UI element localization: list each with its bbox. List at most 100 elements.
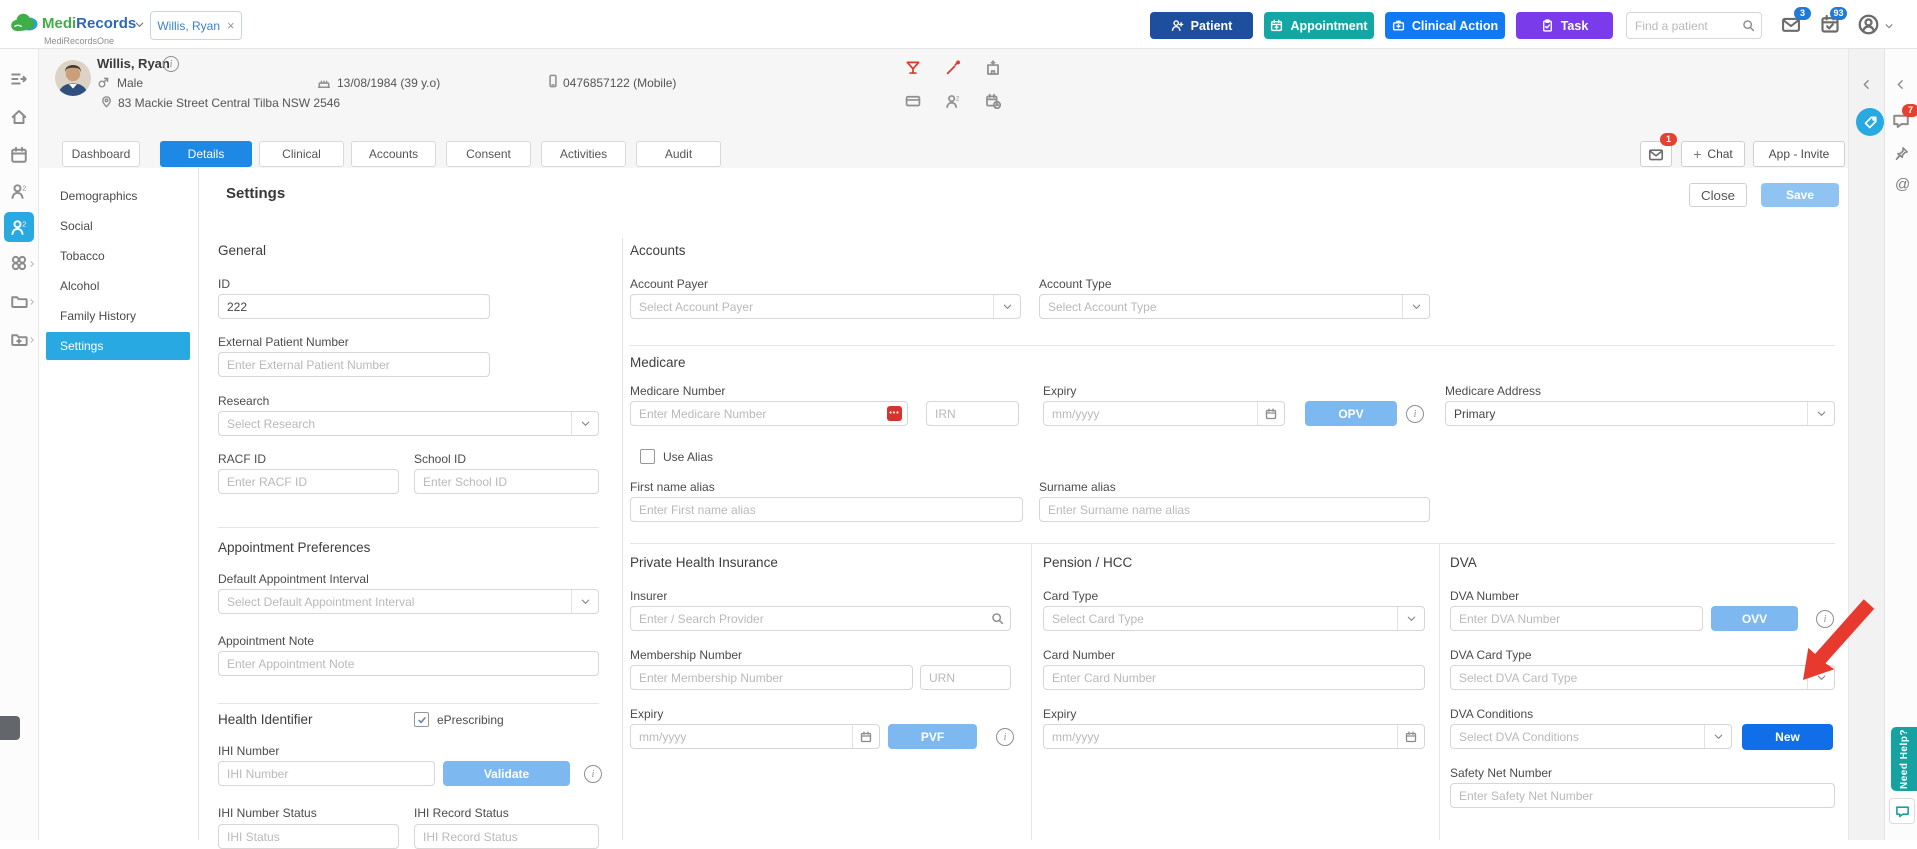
new-task-button[interactable]: Task	[1516, 12, 1613, 39]
collapsed-panel-toggle[interactable]	[0, 716, 20, 740]
sidebar-item-tobacco[interactable]: Tobacco	[46, 242, 190, 270]
collapse-strip-chevron-icon[interactable]	[1860, 78, 1873, 94]
urn-input[interactable]	[920, 665, 1011, 690]
ovv-button[interactable]: OVV	[1711, 606, 1798, 631]
opv-info-icon[interactable]: i	[1406, 405, 1424, 423]
sidebar-item-social[interactable]: Social	[46, 212, 190, 240]
id-input[interactable]	[218, 294, 490, 319]
safety-net-number-input[interactable]	[1450, 783, 1835, 808]
pushpin-tool-icon[interactable]	[1894, 146, 1909, 164]
medicare-number-input[interactable]	[631, 406, 887, 421]
app-invite-button[interactable]: App - Invite	[1753, 141, 1845, 167]
search-icon[interactable]	[1735, 13, 1761, 38]
new-dva-condition-button[interactable]: New	[1742, 724, 1833, 750]
ihi-number-status-input[interactable]	[218, 824, 399, 849]
default-appointment-interval-select[interactable]: Select Default Appointment Interval	[218, 589, 599, 614]
phi-expiry-input[interactable]	[631, 729, 852, 744]
groups-nav-icon[interactable]	[10, 254, 34, 275]
patient-search-box[interactable]	[1626, 12, 1762, 39]
patient-info-icon[interactable]: i	[163, 56, 179, 72]
patients-nav-icon-active[interactable]	[4, 212, 34, 242]
medicare-address-select[interactable]: Primary	[1445, 401, 1835, 426]
help-chat-icon[interactable]	[1889, 798, 1915, 824]
ihi-record-status-input[interactable]	[414, 824, 599, 849]
expand-menu-icon[interactable]	[10, 70, 28, 91]
tab-activities[interactable]: Activities	[541, 141, 626, 167]
smoking-status-icon[interactable]	[945, 60, 961, 79]
tag-tool-icon[interactable]	[1856, 108, 1884, 136]
tab-dashboard[interactable]: Dashboard	[62, 141, 140, 167]
folder-nav-icon[interactable]	[10, 292, 34, 313]
ihi-number-input[interactable]	[218, 761, 435, 786]
tab-clinical[interactable]: Clinical	[259, 141, 344, 167]
sidebar-item-family-history[interactable]: Family History	[46, 302, 190, 330]
eprescribing-checkbox[interactable]	[414, 712, 429, 727]
ihi-info-icon[interactable]: i	[584, 765, 602, 783]
hospital-icon[interactable]	[985, 60, 1001, 79]
dva-conditions-select[interactable]: Select DVA Conditions	[1450, 724, 1732, 749]
close-button[interactable]: Close	[1689, 183, 1747, 207]
patient-search-input[interactable]	[1627, 18, 1735, 33]
validate-button[interactable]: Validate	[443, 761, 570, 786]
folder-add-nav-icon[interactable]	[10, 330, 34, 351]
chevron-down-icon[interactable]	[1807, 402, 1834, 425]
calendar-icon[interactable]	[1397, 725, 1424, 748]
dva-number-input[interactable]	[1450, 606, 1703, 631]
search-icon[interactable]	[984, 607, 1010, 630]
account-type-select[interactable]: Select Account Type	[1039, 294, 1430, 319]
chevron-down-icon[interactable]	[571, 590, 598, 613]
pvf-button[interactable]: PVF	[888, 724, 977, 749]
appointment-note-input[interactable]	[218, 651, 599, 676]
brand-chevron-down-icon[interactable]	[134, 19, 145, 33]
need-help-tab[interactable]: Need Help?	[1891, 727, 1917, 791]
home-icon[interactable]	[10, 108, 28, 129]
insurer-search-input[interactable]	[631, 611, 984, 626]
medicare-card-icon[interactable]	[905, 93, 921, 112]
calendar-nav-icon[interactable]	[10, 146, 28, 167]
chevron-down-icon[interactable]	[993, 295, 1020, 318]
calendar-clock-icon[interactable]	[985, 93, 1002, 112]
opv-button[interactable]: OPV	[1305, 401, 1397, 426]
mentions-tool-icon[interactable]: @	[1895, 176, 1910, 193]
surname-alias-input[interactable]	[1039, 497, 1430, 522]
pension-expiry-input[interactable]	[1044, 729, 1397, 744]
racf-id-input[interactable]	[218, 469, 399, 494]
sidebar-item-alcohol[interactable]: Alcohol	[46, 272, 190, 300]
save-button[interactable]: Save	[1761, 183, 1839, 207]
tab-accounts[interactable]: Accounts	[351, 141, 436, 167]
collapse-rail-chevron-icon[interactable]	[1894, 78, 1907, 94]
carer-icon[interactable]	[945, 93, 961, 112]
chevron-down-icon[interactable]	[571, 412, 598, 435]
first-name-alias-input[interactable]	[630, 497, 1023, 522]
new-patient-button[interactable]: Patient	[1150, 12, 1253, 39]
dva-card-type-select[interactable]: Select DVA Card Type	[1450, 665, 1835, 690]
sidebar-item-settings[interactable]: Settings	[46, 332, 190, 360]
school-id-input[interactable]	[414, 469, 599, 494]
new-clinical-action-button[interactable]: Clinical Action	[1385, 12, 1505, 39]
use-alias-checkbox[interactable]	[640, 449, 655, 464]
research-select[interactable]: Select Research	[218, 411, 599, 436]
tab-details[interactable]: Details	[160, 141, 252, 167]
external-patient-number-input[interactable]	[218, 352, 490, 377]
waiting-room-icon[interactable]	[10, 182, 28, 203]
tab-consent[interactable]: Consent	[446, 141, 531, 167]
tab-audit[interactable]: Audit	[636, 141, 721, 167]
chevron-down-icon[interactable]	[1704, 725, 1731, 748]
pvf-info-icon[interactable]: i	[996, 728, 1014, 746]
irn-input[interactable]	[926, 401, 1019, 426]
card-type-select[interactable]: Select Card Type	[1043, 606, 1425, 631]
medicare-expiry-input[interactable]	[1044, 406, 1257, 421]
alcohol-status-icon[interactable]	[905, 60, 921, 79]
close-patient-tab-icon[interactable]: ×	[227, 18, 235, 33]
medicare-number-more-button[interactable]: •••	[887, 406, 902, 421]
calendar-icon[interactable]	[852, 725, 879, 748]
chevron-down-icon[interactable]	[1397, 607, 1424, 630]
calendar-icon[interactable]	[1257, 402, 1284, 425]
open-patient-tab[interactable]: Willis, Ryan ×	[150, 11, 242, 40]
chevron-down-icon[interactable]	[1402, 295, 1429, 318]
card-number-input[interactable]	[1043, 665, 1425, 690]
new-appointment-button[interactable]: Appointment	[1264, 12, 1374, 39]
account-chevron-down-icon[interactable]	[1884, 20, 1894, 34]
sidebar-item-demographics[interactable]: Demographics	[46, 182, 190, 210]
account-menu-icon[interactable]	[1858, 14, 1879, 38]
